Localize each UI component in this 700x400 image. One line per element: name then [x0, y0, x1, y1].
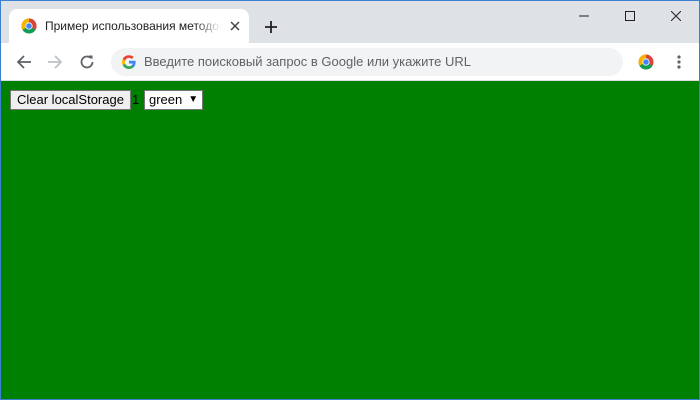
chrome-favicon-icon: [21, 18, 37, 34]
clear-localstorage-button[interactable]: Clear localStorage: [10, 90, 131, 110]
active-tab[interactable]: Пример использования методов localStorag…: [9, 9, 249, 43]
google-g-icon: [121, 54, 137, 70]
kebab-menu-icon: [677, 55, 681, 69]
browser-menu-button[interactable]: [667, 50, 691, 74]
arrow-left-icon: [16, 55, 31, 69]
browser-window: Пример использования методов localStorag…: [0, 0, 700, 400]
forward-button[interactable]: [43, 50, 67, 74]
browser-toolbar: Введите поисковый запрос в Google или ук…: [1, 43, 699, 81]
arrow-right-icon: [48, 55, 63, 69]
address-bar-placeholder: Введите поисковый запрос в Google или ук…: [144, 54, 471, 69]
reload-icon: [80, 55, 94, 69]
color-select-value: green: [149, 92, 183, 107]
color-select[interactable]: green ▼: [144, 90, 204, 110]
tab-title: Пример использования методов localStorag…: [45, 19, 221, 33]
new-tab-button[interactable]: [259, 15, 283, 39]
extension-button[interactable]: [634, 50, 658, 74]
close-icon: [671, 11, 681, 21]
tab-close-icon[interactable]: [227, 18, 243, 34]
minimize-icon: [579, 15, 589, 17]
minimize-button[interactable]: [561, 1, 607, 31]
back-button[interactable]: [12, 50, 36, 74]
dropdown-arrow-icon: ▼: [188, 94, 199, 105]
maximize-button[interactable]: [607, 1, 653, 31]
tab-strip: Пример использования методов localStorag…: [1, 1, 699, 43]
page-content: Clear localStorage 1 green ▼: [1, 81, 699, 399]
address-bar[interactable]: Введите поисковый запрос в Google или ук…: [111, 48, 623, 76]
plus-icon: [265, 21, 277, 33]
reload-button[interactable]: [75, 50, 99, 74]
extension-icon: [638, 54, 654, 70]
counter-value: 1: [132, 92, 140, 107]
maximize-icon: [625, 11, 635, 21]
window-close-button[interactable]: [653, 1, 699, 31]
